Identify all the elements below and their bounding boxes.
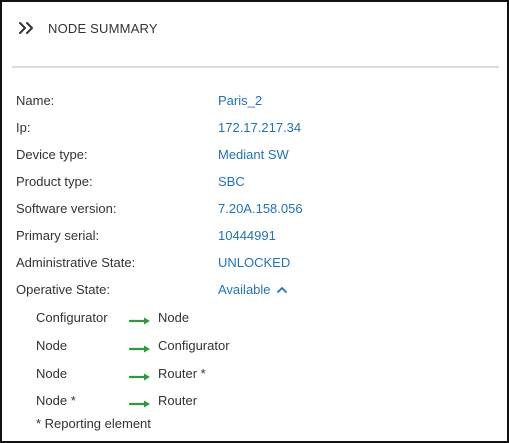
field-value-name: Paris_2 xyxy=(218,93,263,108)
field-label-software-version: Software version: xyxy=(16,201,117,216)
flow-to-4: Router xyxy=(158,393,198,408)
flow-from-3: Node xyxy=(36,366,68,381)
flow-to-3: Router * xyxy=(158,366,206,381)
flow-from-2: Node xyxy=(36,338,68,353)
field-label-primary-serial: Primary serial: xyxy=(16,228,100,243)
field-value-software-version: 7.20A.158.056 xyxy=(218,201,303,216)
chevron-up-icon[interactable] xyxy=(276,285,288,295)
double-chevron-right-icon[interactable] xyxy=(18,21,36,35)
footnote: * Reporting element xyxy=(36,416,151,431)
right-arrow-icon xyxy=(128,341,153,353)
flow-to-2: Configurator xyxy=(158,338,230,353)
field-label-operative-state: Operative State: xyxy=(16,282,110,297)
operative-state-toggle[interactable]: Available xyxy=(218,281,288,299)
field-label-ip: Ip: xyxy=(16,120,31,135)
field-label-administrative-state: Administrative State: xyxy=(16,255,136,270)
field-value-administrative-state: UNLOCKED xyxy=(218,255,291,270)
right-arrow-icon xyxy=(128,369,153,381)
field-value-device-type: Mediant SW xyxy=(218,147,289,162)
flow-from-1: Configurator xyxy=(36,310,108,325)
field-label-product-type: Product type: xyxy=(16,174,93,189)
field-label-name: Name: xyxy=(16,93,55,108)
right-arrow-icon xyxy=(128,313,153,325)
right-arrow-icon xyxy=(128,396,153,408)
field-value-ip: 172.17.217.34 xyxy=(218,120,302,135)
panel-title: NODE SUMMARY xyxy=(48,20,158,36)
field-label-device-type: Device type: xyxy=(16,147,88,162)
header-divider xyxy=(12,66,499,68)
field-value-operative-state[interactable]: Available xyxy=(218,281,271,299)
field-value-primary-serial: 10444991 xyxy=(218,228,276,243)
node-summary-panel: NODE SUMMARY Name: Paris_2 Ip: 172.17.21… xyxy=(0,0,509,443)
panel-header: NODE SUMMARY xyxy=(2,2,507,54)
field-value-product-type: SBC xyxy=(218,174,245,189)
flow-from-4: Node * xyxy=(36,393,76,408)
flow-to-1: Node xyxy=(158,310,190,325)
